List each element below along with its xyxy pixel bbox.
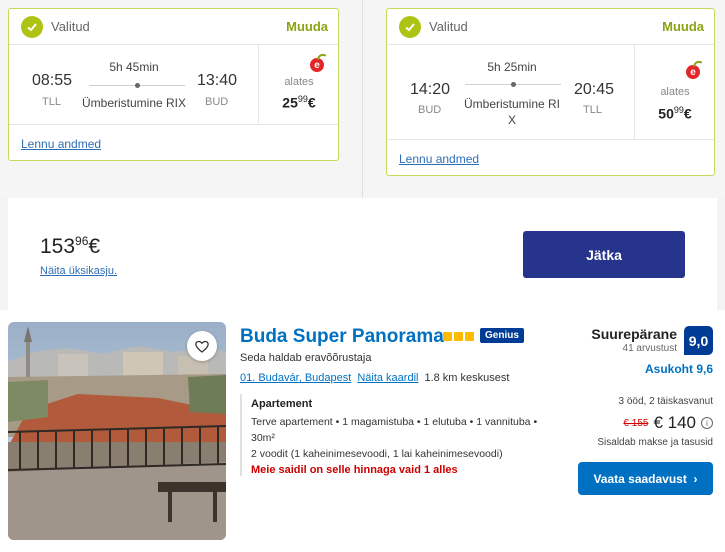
info-icon[interactable]: i (701, 417, 713, 429)
star-icon (454, 332, 463, 341)
departure-time: 08:55 (32, 72, 73, 89)
flight-duration: 5h 25min (487, 60, 537, 74)
stop-dot (135, 83, 140, 88)
return-flight-card: Valitud Muuda 14:20 BUD 5h 25min Ümberis… (386, 8, 715, 176)
airline-logo-icon: e (310, 58, 324, 72)
review-count: 41 arvustust (622, 343, 677, 354)
arrival-time: 20:45 (574, 81, 615, 98)
timeline (465, 82, 561, 87)
flight-card-body: 14:20 BUD 5h 25min Ümberistumine RI X 20… (387, 45, 714, 140)
location-row: 01. Budavár, Budapest Näita kaardil 1.8 … (240, 372, 509, 384)
unit-details: Apartement Terve apartement • 1 magamist… (240, 394, 562, 476)
location-link[interactable]: 01. Budavár, Budapest (240, 372, 351, 384)
hotel-card: Buda Super Panorama Genius Seda haldab e… (0, 310, 725, 552)
hotel-photo[interactable] (8, 322, 226, 540)
unit-description: Terve apartement • 1 magamistuba • 1 elu… (251, 416, 538, 444)
managed-by-text: Seda haldab eravõõrustaja (240, 352, 372, 364)
flight-price-box: e alates 5099€ (634, 45, 714, 139)
transfer-info: Ümberistumine RIX (81, 96, 187, 110)
show-on-map-link[interactable]: Näita kaardil (357, 372, 418, 384)
arrival-airport: BUD (205, 96, 229, 108)
outbound-flight-card: Valitud Muuda 08:55 TLL 5h 45min Ümberis… (8, 8, 339, 161)
divider (362, 0, 363, 198)
bed-info: 2 voodit (1 kaheinimesevoodi, 1 lai kahe… (251, 448, 503, 460)
selected-label: Valitud (429, 19, 468, 34)
timeline (89, 83, 185, 88)
stay-info: 3 ööd, 2 täiskasvanut (618, 396, 713, 407)
price-line: € 155 € 140 i (623, 413, 713, 433)
flight-price: 2599€ (282, 94, 316, 111)
arrival-time: 13:40 (197, 72, 238, 89)
flight-price-box: e alates 2599€ (258, 45, 338, 124)
departure-time: 14:20 (410, 81, 451, 98)
continue-button[interactable]: Jätka (523, 231, 685, 278)
hotel-name[interactable]: Buda Super Panorama (240, 326, 444, 348)
see-availability-button[interactable]: Vaata saadavust › (578, 462, 713, 495)
scarcity-warning: Meie saidil on selle hinnaga vaid 1 alle… (251, 464, 458, 476)
modify-link[interactable]: Muuda (662, 19, 704, 34)
flight-card-header: Valitud Muuda (387, 9, 714, 45)
flight-details-link[interactable]: Lennu andmed (399, 152, 479, 166)
old-price: € 155 (623, 417, 649, 429)
selected-label: Valitud (51, 19, 90, 34)
location-score: Asukoht 9,6 (644, 362, 713, 376)
departure-airport: TLL (42, 96, 61, 108)
current-price: € 140 (653, 413, 696, 432)
route-info: 14:20 BUD 5h 25min Ümberistumine RI X 20… (387, 45, 634, 139)
airline-logo-icon: e (686, 65, 700, 79)
flight-card-body: 08:55 TLL 5h 45min Ümberistumine RIX 13:… (9, 45, 338, 125)
flight-price: 5099€ (658, 105, 692, 122)
from-label: alates (284, 76, 314, 88)
flight-duration: 5h 45min (109, 60, 159, 74)
checkmark-icon (399, 15, 421, 38)
departure-airport: BUD (418, 104, 442, 116)
star-rating (443, 332, 474, 341)
rating-label: Suurepärane (591, 326, 677, 342)
flight-details-link[interactable]: Lennu andmed (21, 137, 101, 151)
transfer-info: Ümberistumine RI X (463, 97, 561, 127)
star-icon (465, 332, 474, 341)
flight-card-header: Valitud Muuda (9, 9, 338, 45)
checkmark-icon (21, 15, 43, 38)
taxes-note: Sisaldab makse ja tasusid (597, 437, 713, 448)
from-label: alates (660, 86, 690, 98)
genius-badge: Genius (480, 328, 524, 343)
modify-link[interactable]: Muuda (286, 19, 328, 34)
flight-selection-area: Valitud Muuda 08:55 TLL 5h 45min Ümberis… (0, 0, 725, 198)
route-info: 08:55 TLL 5h 45min Ümberistumine RIX 13:… (9, 45, 258, 124)
star-icon (443, 332, 452, 341)
distance-text: 1.8 km keskusest (424, 372, 510, 384)
arrival-airport: TLL (583, 104, 602, 116)
review-score[interactable]: 9,0 (684, 326, 713, 355)
price-details-link[interactable]: Näita üksikasju. (40, 265, 117, 277)
favorite-heart-icon[interactable] (187, 331, 217, 361)
stop-dot (511, 82, 516, 87)
unit-type: Apartement (251, 398, 313, 410)
total-price-panel: 15396€ Näita üksikasju. Jätka (8, 198, 717, 310)
total-price: 15396€ (40, 234, 101, 258)
